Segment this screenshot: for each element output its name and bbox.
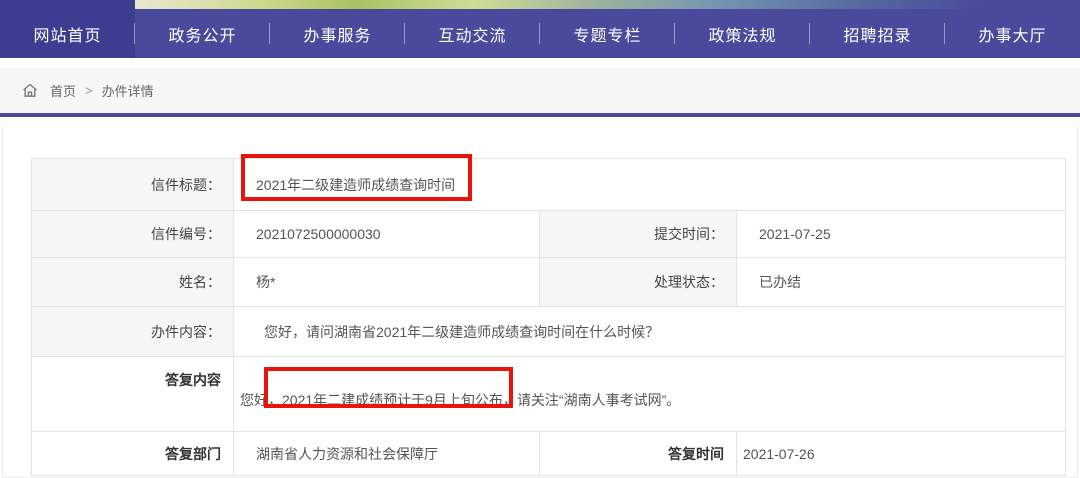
nav-item-label: 政策法规 xyxy=(708,22,776,46)
reply-text-highlighted: 2021年二建成绩预计于9月上旬公布， xyxy=(282,392,517,408)
reply-label: 答复内容 xyxy=(32,357,234,432)
status-value: 已办结 xyxy=(737,258,1066,307)
nav-item-label: 招聘招录 xyxy=(843,22,911,46)
nav-item-special-topics[interactable]: 专题专栏 xyxy=(540,9,675,58)
table-row-title: 信件标题： 2021年二级建造师成绩查询时间 xyxy=(32,159,1066,211)
home-icon xyxy=(22,83,38,98)
nav-item-gov-info[interactable]: 政务公开 xyxy=(135,9,270,58)
nav-item-interaction[interactable]: 互动交流 xyxy=(405,9,540,58)
nav-item-label: 政务公开 xyxy=(168,22,236,46)
letter-title-value: 2021年二级建造师成绩查询时间 xyxy=(234,159,1066,211)
nav-item-label: 网站首页 xyxy=(33,22,101,46)
reply-dept-value: 湖南省人力资源和社会保障厅 xyxy=(234,432,540,476)
table-row-reply: 答复内容 您好，2021年二建成绩预计于9月上旬公布，请关注“湖南人事考试网”。 xyxy=(32,357,1066,432)
reply-dept-label: 答复部门 xyxy=(32,432,234,476)
table-row-name: 姓名： 杨* 处理状态： 已办结 xyxy=(32,258,1066,307)
name-value: 杨* xyxy=(234,258,540,307)
nav-item-label: 专题专栏 xyxy=(573,22,641,46)
table-row-department: 答复部门 湖南省人力资源和社会保障厅 答复时间 2021-07-26 xyxy=(32,432,1066,476)
reply-time-label: 答复时间 xyxy=(540,432,737,476)
submit-time-label: 提交时间： xyxy=(540,211,737,258)
site-header: 网站首页 政务公开 办事服务 互动交流 专题专栏 政策法规 招聘招录 办事大厅 xyxy=(0,0,1080,58)
nav-item-service-hall[interactable]: 办事大厅 xyxy=(945,9,1080,58)
nav-item-label: 互动交流 xyxy=(438,22,506,46)
reply-time-value: 2021-07-26 xyxy=(737,432,1066,476)
breadcrumb-separator: > xyxy=(85,83,93,98)
nav-item-policies[interactable]: 政策法规 xyxy=(675,9,810,58)
table-row-number: 信件编号： 2021072500000030 提交时间： 2021-07-25 xyxy=(32,211,1066,258)
breadcrumb-current-page: 办件详情 xyxy=(102,81,154,100)
breadcrumb: 首页 > 办件详情 xyxy=(0,68,1080,117)
table-row-content: 办件内容： 您好，请问湖南省2021年二级建造师成绩查询时间在什么时候？ xyxy=(32,307,1066,357)
letter-detail-table: 信件标题： 2021年二级建造师成绩查询时间 信件编号： 20210725000… xyxy=(31,158,1066,476)
nav-item-recruitment[interactable]: 招聘招录 xyxy=(810,9,945,58)
reply-value: 您好，2021年二建成绩预计于9月上旬公布，请关注“湖南人事考试网”。 xyxy=(234,357,1066,432)
nav-item-services[interactable]: 办事服务 xyxy=(270,9,405,58)
letter-detail-panel: 信件标题： 2021年二级建造师成绩查询时间 信件编号： 20210725000… xyxy=(2,125,1078,478)
content-value: 您好，请问湖南省2021年二级建造师成绩查询时间在什么时候？ xyxy=(234,307,1066,357)
nav-item-label: 办事大厅 xyxy=(978,22,1046,46)
letter-number-value: 2021072500000030 xyxy=(234,211,540,258)
breadcrumb-home-link[interactable]: 首页 xyxy=(50,81,76,100)
name-label: 姓名： xyxy=(32,258,234,307)
banner-image xyxy=(0,0,1080,9)
reply-text-prefix: 您好， xyxy=(240,392,282,408)
content-label: 办件内容： xyxy=(32,307,234,357)
status-label: 处理状态： xyxy=(540,258,737,307)
letter-title-label: 信件标题： xyxy=(32,159,234,211)
letter-number-label: 信件编号： xyxy=(32,211,234,258)
reply-text-suffix: 请关注“湖南人事考试网”。 xyxy=(517,392,680,408)
submit-time-value: 2021-07-25 xyxy=(737,211,1066,258)
nav-item-label: 办事服务 xyxy=(303,22,371,46)
nav-item-home[interactable]: 网站首页 xyxy=(0,9,135,58)
main-navigation: 网站首页 政务公开 办事服务 互动交流 专题专栏 政策法规 招聘招录 办事大厅 xyxy=(0,9,1080,58)
